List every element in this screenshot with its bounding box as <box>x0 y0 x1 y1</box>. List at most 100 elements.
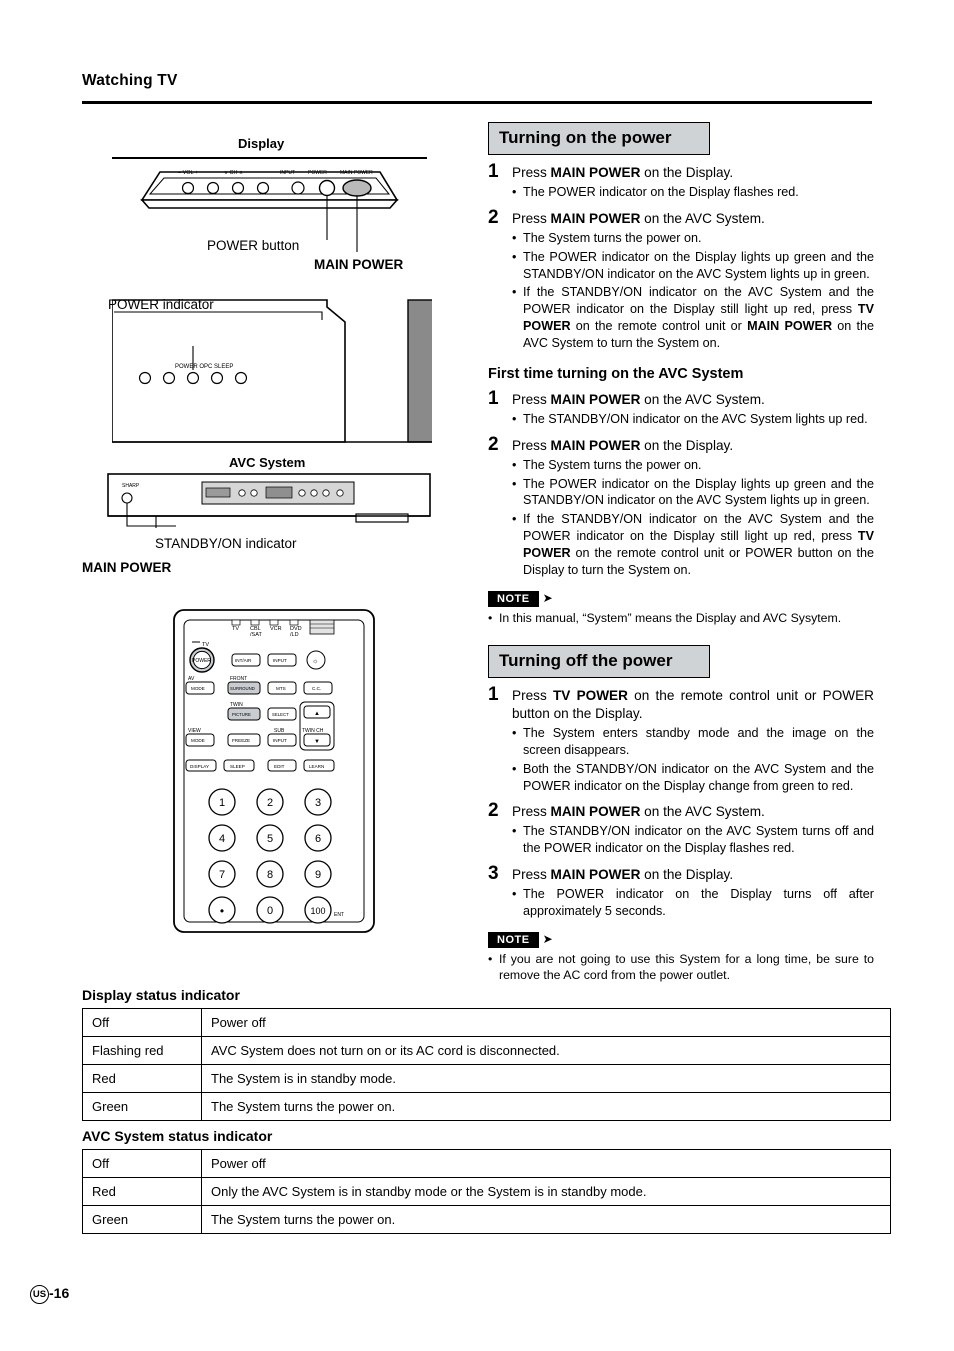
step-number: 1 <box>488 161 499 182</box>
step-bullet: The System enters standby mode and the i… <box>512 725 874 759</box>
svg-text:INT/AIR: INT/AIR <box>235 658 252 663</box>
step-text-bold: MAIN POWER <box>550 867 641 883</box>
step-text-post: on the Display. <box>640 437 734 453</box>
svg-text:– VOL +: – VOL + <box>178 170 198 176</box>
remote-control-illustration: TV CBL/SAT VCR DVD/LD TV POWER INT/AIR I… <box>173 609 375 933</box>
svg-text:MODE: MODE <box>191 686 205 691</box>
standby-on-indicator-label: STANDBY/ON indicator <box>155 536 297 551</box>
svg-text:5: 5 <box>267 833 273 845</box>
step-number: 1 <box>488 387 499 409</box>
svg-text:EDIT: EDIT <box>274 764 285 769</box>
step-text-bold: MAIN POWER <box>550 437 641 453</box>
step-text-post: on the Display. <box>640 867 734 883</box>
table-row: Flashing red AVC System does not turn on… <box>82 1036 891 1065</box>
svg-text:∨ CH ∧: ∨ CH ∧ <box>224 170 243 176</box>
header-rule <box>82 101 872 104</box>
step-text-pre: Press <box>512 210 551 226</box>
status-desc: The System is in standby mode. <box>201 1064 891 1093</box>
step-off-2: 2 Press MAIN POWER on the AVC System. Th… <box>488 800 874 857</box>
step-bullet: The POWER indicator on the Display turns… <box>512 886 874 920</box>
status-desc: Power off <box>201 1149 891 1178</box>
status-state: Red <box>82 1177 202 1206</box>
svg-text:•: • <box>220 904 224 918</box>
page-title: Watching TV <box>82 72 178 89</box>
status-desc: AVC System does not turn on or its AC co… <box>201 1036 891 1065</box>
svg-text:SHARP: SHARP <box>122 483 140 489</box>
note-block-off: NOTE➤ If you are not going to use this S… <box>488 930 874 984</box>
table-row: Off Power off <box>82 1149 891 1178</box>
svg-text:100: 100 <box>310 906 325 916</box>
step-bullet: The POWER indicator on the Display flash… <box>512 184 874 201</box>
svg-text:FRONT: FRONT <box>230 676 247 682</box>
svg-text:SELECT: SELECT <box>272 712 289 717</box>
display-rule <box>112 157 427 159</box>
status-state: Green <box>82 1205 202 1234</box>
step-text-post: on the AVC System. <box>640 391 765 407</box>
step-text: Press MAIN POWER on the AVC System. <box>512 391 874 409</box>
display-status-table-title: Display status indicator <box>82 987 240 1003</box>
step-text: Press MAIN POWER on the AVC System. <box>512 803 874 821</box>
step-text: Press TV POWER on the remote control uni… <box>512 687 874 723</box>
region-badge: US <box>30 1285 49 1304</box>
svg-text:▼: ▼ <box>314 739 320 745</box>
svg-text:DISPLAY: DISPLAY <box>190 764 209 769</box>
step-text-pre: Press <box>512 165 551 180</box>
section-heading-turning-off: Turning off the power <box>488 645 710 678</box>
step-text-pre: Press <box>512 804 551 820</box>
svg-text:6: 6 <box>315 833 321 845</box>
avc-system-illustration: SHARP <box>107 473 431 528</box>
step-bullet: The System turns the power on. <box>512 457 874 474</box>
step-on-2: 2 Press MAIN POWER on the AVC System. Th… <box>488 207 874 352</box>
step-number: 2 <box>488 433 499 455</box>
page-number-text: -16 <box>49 1285 70 1302</box>
note-badge: NOTE <box>488 931 539 948</box>
display-status-table: Off Power off Flashing red AVC System do… <box>82 1008 891 1121</box>
svg-text:TV: TV <box>232 626 239 632</box>
display-diagram-label: Display <box>238 136 285 151</box>
step-bullet: The System turns the power on. <box>512 230 874 247</box>
svg-text:C.C.: C.C. <box>312 686 321 691</box>
svg-text:INPUT: INPUT <box>273 658 287 663</box>
svg-text:/LD: /LD <box>290 632 299 638</box>
step-text: Press MAIN POWER on the AVC System. <box>512 210 874 228</box>
svg-text:7: 7 <box>219 869 225 881</box>
svg-text:AV: AV <box>188 676 195 682</box>
note-arrow-icon: ➤ <box>542 590 553 605</box>
svg-text:8: 8 <box>267 869 273 881</box>
svg-text:4: 4 <box>219 833 225 845</box>
svg-text:MTS: MTS <box>276 686 286 691</box>
step-text: Press MAIN POWER on the Display. <box>512 164 874 182</box>
svg-text:TWIN CH: TWIN CH <box>302 728 324 734</box>
svg-text:0: 0 <box>267 905 273 917</box>
step-text-bold: MAIN POWER <box>550 391 641 407</box>
status-desc: Power off <box>201 1008 891 1037</box>
svg-text:INPUT: INPUT <box>280 170 295 176</box>
step-text-bold: MAIN POWER <box>550 804 641 820</box>
table-row: Red The System is in standby mode. <box>82 1064 891 1093</box>
status-desc: The System turns the power on. <box>201 1205 891 1234</box>
avc-status-table-title: AVC System status indicator <box>82 1128 273 1144</box>
status-state: Off <box>82 1008 202 1037</box>
page-number: US -16 <box>30 1285 69 1304</box>
step-text-bold: MAIN POWER <box>550 210 641 226</box>
svg-text:POWER: POWER <box>192 658 211 664</box>
status-desc: Only the AVC System is in standby mode o… <box>201 1177 891 1206</box>
step-text-pre: Press <box>512 391 551 407</box>
svg-text:/SAT: /SAT <box>250 632 262 638</box>
step-text: Press MAIN POWER on the Display. <box>512 437 874 455</box>
note-block-on: NOTE➤ In this manual, “System” means the… <box>488 589 874 626</box>
svg-text:PICTURE: PICTURE <box>232 712 251 717</box>
avc-status-table: Off Power off Red Only the AVC System is… <box>82 1149 891 1234</box>
step-off-3: 3 Press MAIN POWER on the Display. The P… <box>488 863 874 920</box>
status-state: Red <box>82 1064 202 1093</box>
svg-text:☼: ☼ <box>312 658 318 665</box>
svg-text:MAIN POWER: MAIN POWER <box>340 170 373 176</box>
step-text: Press MAIN POWER on the Display. <box>512 866 874 884</box>
note-badge: NOTE <box>488 590 539 607</box>
power-indicator-label: POWER indicator <box>108 297 214 312</box>
subheading-first-time: First time turning on the AVC System <box>488 365 744 382</box>
svg-text:ENT: ENT <box>334 912 344 918</box>
svg-text:9: 9 <box>315 869 321 881</box>
svg-text:VIEW: VIEW <box>188 728 201 734</box>
svg-text:3: 3 <box>315 797 321 809</box>
